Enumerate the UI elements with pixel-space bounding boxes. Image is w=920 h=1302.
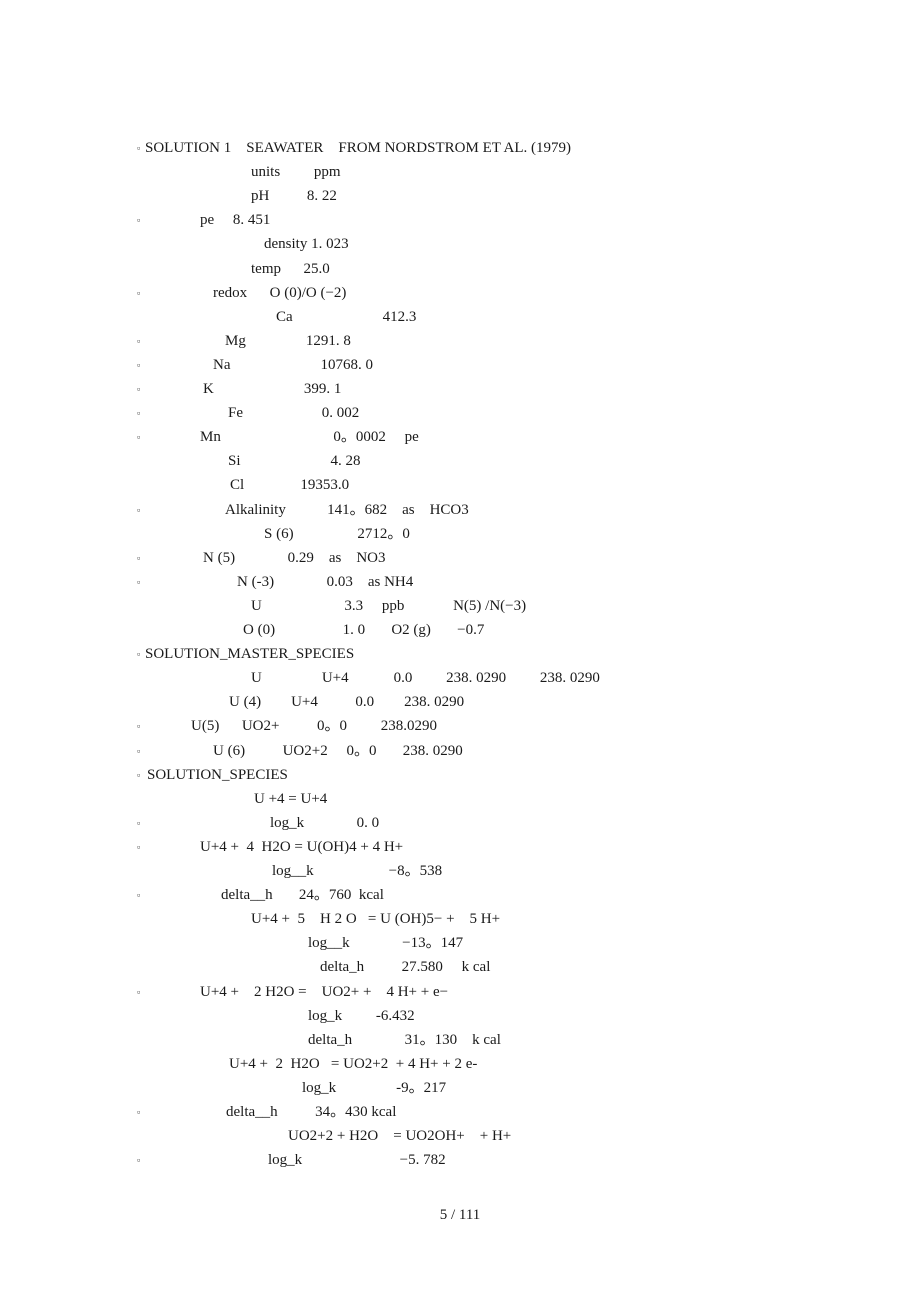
document-line: Mn 0。0002 pe [200,429,419,446]
document-line: U+4 + 2 H2O = UO2+ + 4 H+ + e− [200,983,449,1000]
bullet-icon: ▫ [137,143,141,153]
document-line: Fe 0. 002 [228,405,360,422]
bullet-icon: ▫ [137,649,141,660]
document-line: U(5) UO2+ 0。0 238.0290 [191,718,437,735]
bullet-icon: ▫ [137,215,141,226]
bullet-icon: ▫ [137,359,141,370]
bullet-icon: ▫ [137,432,141,443]
document-line: U U+4 0.0 238. 0290 238. 0290 [251,670,600,687]
document-line: density 1. 023 [264,236,349,253]
document-line: Cl 19353.0 [230,477,350,494]
document-line: U+4 + 5 H 2 O = U (OH)5− + 5 H+ [251,911,501,928]
document-line: N (-3) 0.03 as NH4 [237,573,414,590]
document-line: U+4 + 4 H2O = U(OH)4 + 4 H+ [200,838,404,855]
document-line: pH 8. 22 [251,188,337,205]
bullet-icon: ▫ [137,384,141,394]
bullet-icon: ▫ [137,1107,141,1117]
document-line: Alkalinity 141。682 as HCO3 [225,501,469,518]
bullet-icon: ▫ [137,817,141,828]
document-line: pe 8. 451 [200,212,271,229]
bullet-icon: ▫ [137,721,141,732]
document-line: log__k −13。147 [308,935,464,952]
document-line: Na 10768. 0 [213,356,373,373]
document-line: Mg 1291. 8 [225,332,351,349]
document-line: units ppm [251,164,341,181]
document-line: log_k -9。217 [302,1079,447,1096]
bullet-icon: ▫ [137,841,141,852]
document-line: SOLUTION_MASTER_SPECIES [145,646,355,663]
document-line: Ca 412.3 [276,308,417,325]
document-line: temp 25.0 [251,260,330,277]
document-line: U+4 + 2 H2O = UO2+2 + 4 H+ + 2 e- [229,1055,478,1072]
bullet-icon: ▫ [137,986,141,997]
document-line: redox O (0)/O (−2) [213,284,347,301]
document-line: K 399. 1 [203,381,342,397]
document-line: log_k −5. 782 [268,1152,446,1169]
document-line: delta__h 24。760 kcal [221,887,384,904]
bullet-icon: ▫ [137,504,141,515]
document-line: log_k 0. 0 [270,814,380,831]
document-line: N (5) 0.29 as NO3 [203,549,386,566]
document-line: SOLUTION_SPECIES [147,766,288,783]
document-line: SOLUTION 1 SEAWATER FROM NORDSTROM ET AL… [145,140,572,156]
bullet-icon: ▫ [137,890,141,901]
document-line: U 3.3 ppb N(5) /N(−3) [251,597,527,614]
document-page: ▫ SOLUTION 1 SEAWATER FROM NORDSTROM ET A… [0,0,920,1302]
document-line: Si 4. 28 [228,453,361,470]
document-line: delta__h 34。430 kcal [226,1104,397,1120]
document-line: log_k -6.432 [308,1007,415,1024]
page-number: 5 / 111 [439,1207,481,1223]
document-line: delta_h 31。130 k cal [308,1031,501,1048]
document-line: U +4 = U+4 [254,790,328,807]
document-line: U (4) U+4 0.0 238. 0290 [229,694,465,711]
bullet-icon: ▫ [137,769,141,780]
document-line: O (0) 1. 0 O2 (g) −0.7 [243,622,485,638]
bullet-icon: ▫ [137,576,141,587]
bullet-icon: ▫ [137,745,141,756]
document-line: S (6) 2712。0 [264,525,410,542]
document-line: log__k −8。538 [272,863,443,879]
bullet-icon: ▫ [137,335,141,346]
document-line: UO2+2 + H2O = UO2OH+ + H+ [288,1128,512,1145]
bullet-icon: ▫ [137,408,141,419]
document-line: delta_h 27.580 k cal [320,959,491,976]
bullet-icon: ▫ [137,287,141,298]
bullet-icon: ▫ [137,552,141,563]
bullet-icon: ▫ [137,1155,141,1166]
document-line: U (6) UO2+2 0。0 238. 0290 [213,742,463,759]
